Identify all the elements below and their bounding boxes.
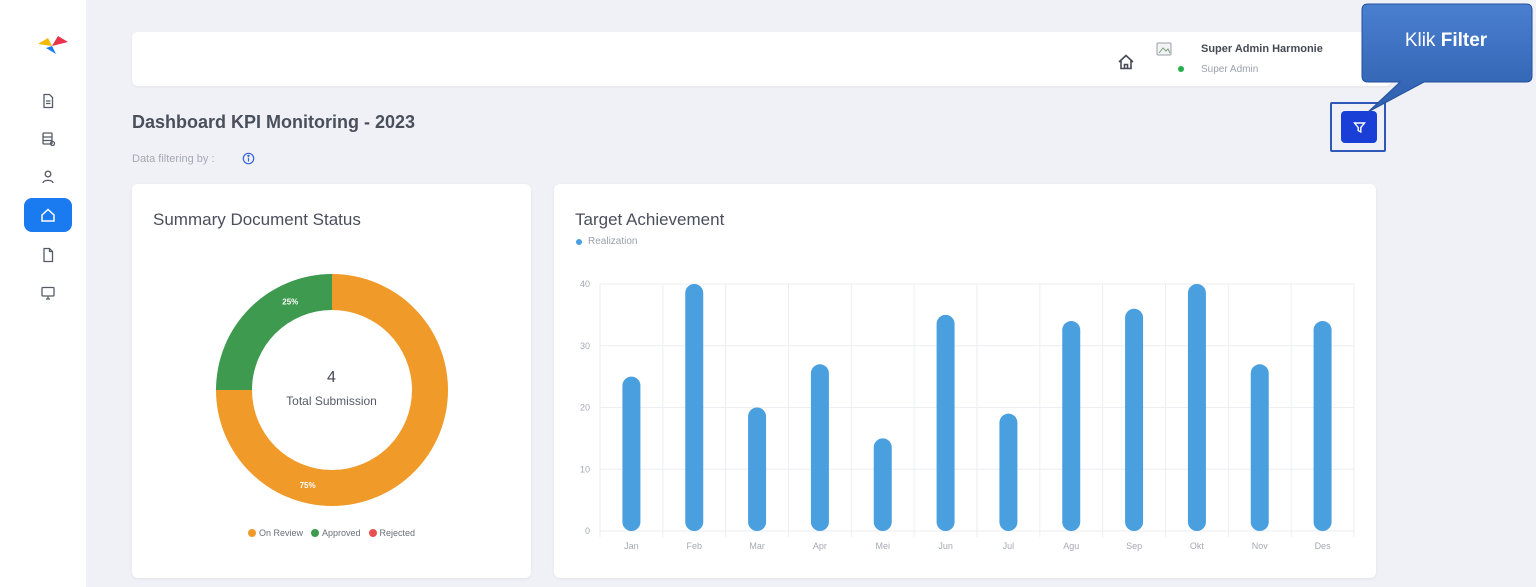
x-tick-label: Agu bbox=[1063, 541, 1079, 551]
filter-caption: Data filtering by : bbox=[132, 153, 215, 165]
realization-legend-dot bbox=[576, 238, 582, 245]
donut-chart: 75% 25% bbox=[216, 274, 448, 506]
total-submission-label: Total Submission bbox=[286, 394, 377, 408]
bar-chart: 0 10 20 30 40 Jan Feb Mar Apr Mei Jun Jul Agu Sep Okt N… bbox=[580, 279, 1355, 551]
filter-icon bbox=[1352, 121, 1366, 133]
home-icon[interactable] bbox=[1116, 52, 1136, 72]
x-tick-label: Mei bbox=[875, 541, 890, 551]
y-tick-label: 40 bbox=[580, 279, 590, 289]
sidebar-item-monitor[interactable] bbox=[24, 276, 72, 310]
filter-button[interactable] bbox=[1341, 111, 1377, 143]
callout-bubble bbox=[1361, 3, 1533, 113]
realization-legend-label: Realization bbox=[588, 236, 638, 247]
home-icon bbox=[41, 208, 55, 222]
bar-feb[interactable] bbox=[685, 284, 704, 531]
doc-status-legend: On Review Approved Rejected bbox=[132, 528, 531, 538]
x-tick-label: Okt bbox=[1190, 541, 1205, 551]
bar-jun[interactable] bbox=[936, 314, 955, 531]
user-role: Super Admin bbox=[1201, 64, 1259, 75]
info-icon[interactable] bbox=[242, 152, 255, 165]
sidebar-item-files[interactable] bbox=[24, 238, 72, 272]
x-tick-label: Sep bbox=[1126, 541, 1142, 551]
y-tick-label: 20 bbox=[580, 403, 590, 413]
sidebar-item-documents[interactable] bbox=[24, 84, 72, 118]
bar-nov[interactable] bbox=[1250, 364, 1269, 531]
x-tick-label: Apr bbox=[813, 541, 827, 551]
bar-apr[interactable] bbox=[810, 364, 829, 531]
donut-label-on-review: 75% bbox=[300, 481, 316, 490]
total-submission-count: 4 bbox=[327, 369, 336, 386]
summary-document-status-card: Summary Document Status 75% 25% 4 Total S… bbox=[132, 184, 531, 578]
x-tick-label: Des bbox=[1315, 541, 1332, 551]
brand-logo-icon[interactable] bbox=[36, 34, 70, 56]
legend-on-review[interactable]: On Review bbox=[247, 528, 303, 538]
legend-rejected-label: Rejected bbox=[379, 528, 416, 538]
callout-bold: Filter bbox=[1440, 30, 1488, 51]
doc-status-title: Summary Document Status bbox=[153, 210, 361, 229]
bar-jan[interactable] bbox=[622, 376, 641, 531]
legend-on-review-label: On Review bbox=[258, 528, 303, 538]
bar-sep[interactable] bbox=[1125, 308, 1144, 531]
y-tick-label: 10 bbox=[580, 464, 590, 474]
sidebar bbox=[0, 0, 86, 587]
bar-agu[interactable] bbox=[1062, 321, 1081, 531]
bar-jul[interactable] bbox=[999, 413, 1018, 531]
x-tick-label: Jun bbox=[938, 541, 953, 551]
monitor-icon bbox=[41, 286, 55, 300]
y-tick-label: 30 bbox=[580, 341, 590, 351]
sidebar-item-dashboard[interactable] bbox=[24, 198, 72, 232]
x-tick-label: Jan bbox=[624, 541, 639, 551]
legend-approved-label: Approved bbox=[321, 528, 361, 538]
document-icon bbox=[43, 93, 54, 109]
donut-label-approved: 25% bbox=[282, 297, 298, 306]
bar-mei[interactable] bbox=[873, 438, 892, 531]
x-tick-label: Feb bbox=[686, 541, 702, 551]
bar-okt[interactable] bbox=[1187, 284, 1206, 531]
x-tick-label: Jul bbox=[1003, 541, 1015, 551]
sidebar-item-data[interactable] bbox=[24, 122, 72, 156]
realization-legend[interactable]: Realization bbox=[576, 236, 637, 247]
user-name[interactable]: Super Admin Harmonie bbox=[1201, 43, 1323, 55]
file-icon bbox=[43, 247, 54, 263]
x-tick-label: Nov bbox=[1252, 541, 1269, 551]
target-title: Target Achievement bbox=[575, 210, 725, 229]
bar-mar[interactable] bbox=[748, 407, 767, 532]
x-tick-label: Mar bbox=[749, 541, 765, 551]
database-icon bbox=[42, 132, 56, 147]
page-title: Dashboard KPI Monitoring - 2023 bbox=[132, 112, 416, 132]
user-icon bbox=[42, 170, 54, 184]
bar-des[interactable] bbox=[1313, 321, 1332, 531]
sidebar-item-users[interactable] bbox=[24, 160, 72, 194]
online-status-dot bbox=[1178, 66, 1184, 72]
callout-prefix: Klik bbox=[1404, 30, 1436, 51]
y-tick-label: 0 bbox=[585, 526, 590, 536]
header-bar: Super Admin Harmonie Super Admin bbox=[132, 32, 1392, 86]
legend-rejected[interactable]: Rejected bbox=[368, 528, 416, 538]
target-achievement-card: 0 10 20 30 40 Jan Feb Mar Apr Mei Jun Jul Agu Sep Okt N… bbox=[554, 184, 1376, 578]
callout-text: Klik Filter bbox=[1362, 30, 1530, 52]
legend-approved[interactable]: Approved bbox=[310, 528, 361, 538]
